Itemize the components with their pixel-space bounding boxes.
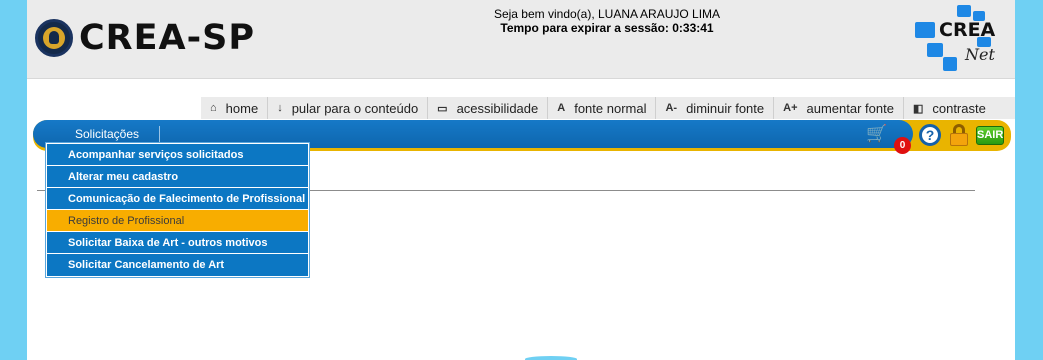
solicitacoes-dropdown: Acompanhar serviços solicitados Alterar … — [46, 143, 309, 277]
access-label: home — [225, 100, 259, 116]
cart-count-badge: 0 — [894, 137, 911, 154]
access-label: aumentar fonte — [806, 100, 894, 116]
session-timer: Tempo para expirar a sessão: 0:33:41 — [500, 21, 714, 35]
access-accessibility[interactable]: ▭ acessibilidade — [427, 97, 547, 119]
welcome-message: Seja bem vindo(a), LUANA ARAUJO LIMA — [493, 7, 721, 21]
access-increase-font[interactable]: A+ aumentar fonte — [773, 97, 903, 119]
dropdown-item-active[interactable]: Registro de Profissional — [47, 210, 308, 232]
arrow-down-icon: ↓ — [277, 102, 283, 114]
logo-square — [957, 5, 971, 17]
home-icon: ⌂ — [210, 102, 217, 114]
crea-seal-icon — [35, 19, 73, 57]
lock-body — [950, 133, 968, 146]
crea-sp-logo[interactable]: CREA-SP — [35, 18, 255, 58]
accessibility-bar: ⌂ home ↓ pular para o conteúdo ▭ acessib… — [201, 97, 1015, 119]
access-label: contraste — [932, 100, 986, 116]
access-label: acessibilidade — [456, 100, 539, 116]
access-contrast[interactable]: ◧ contraste — [902, 97, 995, 119]
access-label: diminuir fonte — [686, 100, 765, 116]
bottom-decoration — [525, 356, 577, 360]
font-decrease-icon: A- — [665, 102, 678, 114]
logout-button[interactable]: SAIR — [976, 126, 1004, 145]
access-label: fonte normal — [574, 100, 647, 116]
welcome-area: Seja bem vindo(a), LUANA ARAUJO LIMA Tem… — [407, 7, 807, 35]
logo-square — [915, 22, 935, 38]
access-skip-to-content[interactable]: ↓ pular para o conteúdo — [267, 97, 427, 119]
font-icon: A — [557, 102, 566, 114]
net-logo-net: Net — [965, 45, 995, 64]
monitor-icon: ▭ — [437, 102, 448, 115]
access-label: pular para o conteúdo — [291, 100, 419, 116]
font-increase-icon: A+ — [783, 102, 798, 114]
logo-square — [943, 57, 957, 71]
menu-solicitacoes[interactable]: Solicitações — [75, 126, 161, 143]
cart-icon[interactable]: 🛒 — [863, 123, 891, 145]
net-logo-crea: CREA — [939, 19, 996, 41]
lock-icon[interactable] — [948, 124, 970, 146]
header: CREA-SP Seja bem vindo(a), LUANA ARAUJO … — [27, 0, 1015, 79]
dropdown-item[interactable]: Solicitar Cancelamento de Art — [47, 254, 308, 276]
dropdown-item[interactable]: Acompanhar serviços solicitados — [47, 144, 308, 166]
logo-square — [927, 43, 943, 57]
access-home[interactable]: ⌂ home — [201, 97, 267, 119]
access-decrease-font[interactable]: A- diminuir fonte — [655, 97, 773, 119]
dropdown-item[interactable]: Comunicação de Falecimento de Profission… — [47, 188, 308, 210]
access-normal-font[interactable]: A fonte normal — [547, 97, 655, 119]
page: CREA-SP Seja bem vindo(a), LUANA ARAUJO … — [27, 0, 1015, 360]
logo-text: CREA-SP — [79, 18, 256, 58]
help-icon[interactable]: ? — [919, 124, 941, 146]
contrast-icon: ◧ — [912, 102, 924, 115]
dropdown-item[interactable]: Alterar meu cadastro — [47, 166, 308, 188]
crea-net-logo[interactable]: CREA Net — [915, 5, 1005, 75]
dropdown-item[interactable]: Solicitar Baixa de Art - outros motivos — [47, 232, 308, 254]
